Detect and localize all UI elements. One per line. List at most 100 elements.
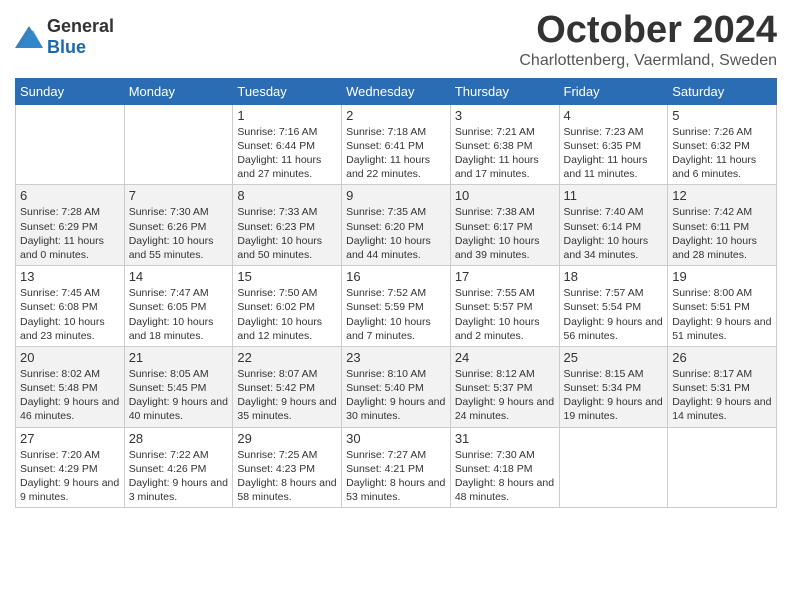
calendar-cell: 25Sunrise: 8:15 AM Sunset: 5:34 PM Dayli… bbox=[559, 346, 668, 427]
day-info: Sunrise: 7:33 AM Sunset: 6:23 PM Dayligh… bbox=[237, 205, 337, 262]
day-info: Sunrise: 7:40 AM Sunset: 6:14 PM Dayligh… bbox=[564, 205, 664, 262]
day-number: 24 bbox=[455, 350, 555, 365]
day-info: Sunrise: 7:21 AM Sunset: 6:38 PM Dayligh… bbox=[455, 125, 555, 182]
calendar-week-row: 27 Sunrise: 7:20 AM Sunset: 4:29 PM Dayli… bbox=[16, 427, 777, 508]
logo-general: General bbox=[47, 16, 114, 36]
calendar-cell: 8 Sunrise: 7:33 AM Sunset: 6:23 PM Daylig… bbox=[233, 185, 342, 266]
day-number: 11 bbox=[564, 188, 664, 203]
day-info: Sunrise: 7:23 AM Sunset: 6:35 PM Dayligh… bbox=[564, 125, 664, 182]
weekday-header-cell: Friday bbox=[559, 78, 668, 104]
day-number: 12 bbox=[672, 188, 772, 203]
day-info: Sunrise: 7:35 AM Sunset: 6:20 PM Dayligh… bbox=[346, 205, 446, 262]
calendar-body: 1 Sunrise: 7:16 AM Sunset: 6:44 PM Daylig… bbox=[16, 104, 777, 507]
calendar-cell: 31 Sunrise: 7:30 AM Sunset: 4:18 PM Dayli… bbox=[450, 427, 559, 508]
weekday-header-cell: Monday bbox=[124, 78, 233, 104]
day-info: Sunrise: 7:47 AM Sunset: 6:05 PM Dayligh… bbox=[129, 286, 229, 343]
day-number: 13 bbox=[20, 269, 120, 284]
title-area: October 2024 Charlottenberg, Vaermland, … bbox=[519, 10, 777, 70]
calendar-table: SundayMondayTuesdayWednesdayThursdayFrid… bbox=[15, 78, 777, 508]
calendar-week-row: 6 Sunrise: 7:28 AM Sunset: 6:29 PM Daylig… bbox=[16, 185, 777, 266]
day-number: 16 bbox=[346, 269, 446, 284]
calendar-cell: 19 Sunrise: 8:00 AM Sunset: 5:51 PM Dayli… bbox=[668, 266, 777, 347]
calendar-cell bbox=[16, 104, 125, 185]
day-number: 2 bbox=[346, 108, 446, 123]
calendar-cell: 1 Sunrise: 7:16 AM Sunset: 6:44 PM Daylig… bbox=[233, 104, 342, 185]
day-info: Sunrise: 8:15 AM Sunset: 5:34 PM Dayligh… bbox=[564, 367, 664, 424]
calendar-cell: 27 Sunrise: 7:20 AM Sunset: 4:29 PM Dayli… bbox=[16, 427, 125, 508]
day-info: Sunrise: 7:28 AM Sunset: 6:29 PM Dayligh… bbox=[20, 205, 120, 262]
month-title: October 2024 bbox=[519, 10, 777, 52]
day-number: 8 bbox=[237, 188, 337, 203]
weekday-header-cell: Wednesday bbox=[342, 78, 451, 104]
day-info: Sunrise: 7:52 AM Sunset: 5:59 PM Dayligh… bbox=[346, 286, 446, 343]
calendar-cell: 4 Sunrise: 7:23 AM Sunset: 6:35 PM Daylig… bbox=[559, 104, 668, 185]
day-info: Sunrise: 7:55 AM Sunset: 5:57 PM Dayligh… bbox=[455, 286, 555, 343]
day-info: Sunrise: 7:42 AM Sunset: 6:11 PM Dayligh… bbox=[672, 205, 772, 262]
calendar-cell: 6 Sunrise: 7:28 AM Sunset: 6:29 PM Daylig… bbox=[16, 185, 125, 266]
day-number: 4 bbox=[564, 108, 664, 123]
logo-icon bbox=[15, 26, 43, 48]
location-title: Charlottenberg, Vaermland, Sweden bbox=[519, 52, 777, 70]
calendar-cell: 28 Sunrise: 7:22 AM Sunset: 4:26 PM Dayli… bbox=[124, 427, 233, 508]
calendar-cell: 16 Sunrise: 7:52 AM Sunset: 5:59 PM Dayli… bbox=[342, 266, 451, 347]
weekday-header-cell: Sunday bbox=[16, 78, 125, 104]
calendar-cell: 17 Sunrise: 7:55 AM Sunset: 5:57 PM Dayli… bbox=[450, 266, 559, 347]
day-info: Sunrise: 8:12 AM Sunset: 5:37 PM Dayligh… bbox=[455, 367, 555, 424]
day-info: Sunrise: 8:17 AM Sunset: 5:31 PM Dayligh… bbox=[672, 367, 772, 424]
day-info: Sunrise: 8:00 AM Sunset: 5:51 PM Dayligh… bbox=[672, 286, 772, 343]
calendar-cell: 21Sunrise: 8:05 AM Sunset: 5:45 PM Dayli… bbox=[124, 346, 233, 427]
day-info: Sunrise: 7:18 AM Sunset: 6:41 PM Dayligh… bbox=[346, 125, 446, 182]
calendar-cell bbox=[559, 427, 668, 508]
day-number: 19 bbox=[672, 269, 772, 284]
day-info: Sunrise: 7:26 AM Sunset: 6:32 PM Dayligh… bbox=[672, 125, 772, 182]
day-info: Sunrise: 8:05 AM Sunset: 5:45 PM Dayligh… bbox=[129, 367, 229, 424]
day-number: 23 bbox=[346, 350, 446, 365]
day-info: Sunrise: 7:38 AM Sunset: 6:17 PM Dayligh… bbox=[455, 205, 555, 262]
calendar-cell: 7 Sunrise: 7:30 AM Sunset: 6:26 PM Daylig… bbox=[124, 185, 233, 266]
day-number: 3 bbox=[455, 108, 555, 123]
day-number: 31 bbox=[455, 431, 555, 446]
day-info: Sunrise: 7:57 AM Sunset: 5:54 PM Dayligh… bbox=[564, 286, 664, 343]
day-info: Sunrise: 7:22 AM Sunset: 4:26 PM Dayligh… bbox=[129, 448, 229, 505]
weekday-header-cell: Thursday bbox=[450, 78, 559, 104]
logo-text: General Blue bbox=[47, 16, 114, 58]
calendar-cell: 18 Sunrise: 7:57 AM Sunset: 5:54 PM Dayli… bbox=[559, 266, 668, 347]
day-number: 18 bbox=[564, 269, 664, 284]
day-info: Sunrise: 8:10 AM Sunset: 5:40 PM Dayligh… bbox=[346, 367, 446, 424]
calendar-cell: 5Sunrise: 7:26 AM Sunset: 6:32 PM Daylig… bbox=[668, 104, 777, 185]
calendar-cell bbox=[668, 427, 777, 508]
day-info: Sunrise: 7:50 AM Sunset: 6:02 PM Dayligh… bbox=[237, 286, 337, 343]
day-info: Sunrise: 7:20 AM Sunset: 4:29 PM Dayligh… bbox=[20, 448, 120, 505]
day-info: Sunrise: 8:07 AM Sunset: 5:42 PM Dayligh… bbox=[237, 367, 337, 424]
day-number: 30 bbox=[346, 431, 446, 446]
weekday-header-cell: Tuesday bbox=[233, 78, 342, 104]
day-number: 20 bbox=[20, 350, 120, 365]
calendar-cell: 23 Sunrise: 8:10 AM Sunset: 5:40 PM Dayli… bbox=[342, 346, 451, 427]
calendar-cell: 2 Sunrise: 7:18 AM Sunset: 6:41 PM Daylig… bbox=[342, 104, 451, 185]
calendar-cell: 3 Sunrise: 7:21 AM Sunset: 6:38 PM Daylig… bbox=[450, 104, 559, 185]
day-number: 29 bbox=[237, 431, 337, 446]
day-info: Sunrise: 7:25 AM Sunset: 4:23 PM Dayligh… bbox=[237, 448, 337, 505]
calendar-cell: 29 Sunrise: 7:25 AM Sunset: 4:23 PM Dayli… bbox=[233, 427, 342, 508]
day-info: Sunrise: 7:30 AM Sunset: 6:26 PM Dayligh… bbox=[129, 205, 229, 262]
day-number: 1 bbox=[237, 108, 337, 123]
calendar-cell bbox=[124, 104, 233, 185]
day-number: 6 bbox=[20, 188, 120, 203]
day-number: 26 bbox=[672, 350, 772, 365]
calendar-week-row: 1 Sunrise: 7:16 AM Sunset: 6:44 PM Daylig… bbox=[16, 104, 777, 185]
day-number: 9 bbox=[346, 188, 446, 203]
day-info: Sunrise: 7:30 AM Sunset: 4:18 PM Dayligh… bbox=[455, 448, 555, 505]
day-number: 27 bbox=[20, 431, 120, 446]
day-number: 15 bbox=[237, 269, 337, 284]
calendar-cell: 22Sunrise: 8:07 AM Sunset: 5:42 PM Dayli… bbox=[233, 346, 342, 427]
calendar-week-row: 13Sunrise: 7:45 AM Sunset: 6:08 PM Dayli… bbox=[16, 266, 777, 347]
day-info: Sunrise: 7:16 AM Sunset: 6:44 PM Dayligh… bbox=[237, 125, 337, 182]
day-info: Sunrise: 8:02 AM Sunset: 5:48 PM Dayligh… bbox=[20, 367, 120, 424]
logo: General Blue bbox=[15, 16, 114, 58]
day-number: 28 bbox=[129, 431, 229, 446]
day-number: 7 bbox=[129, 188, 229, 203]
logo-blue: Blue bbox=[47, 37, 86, 57]
day-number: 17 bbox=[455, 269, 555, 284]
calendar-cell: 10Sunrise: 7:38 AM Sunset: 6:17 PM Dayli… bbox=[450, 185, 559, 266]
calendar-week-row: 20 Sunrise: 8:02 AM Sunset: 5:48 PM Dayli… bbox=[16, 346, 777, 427]
